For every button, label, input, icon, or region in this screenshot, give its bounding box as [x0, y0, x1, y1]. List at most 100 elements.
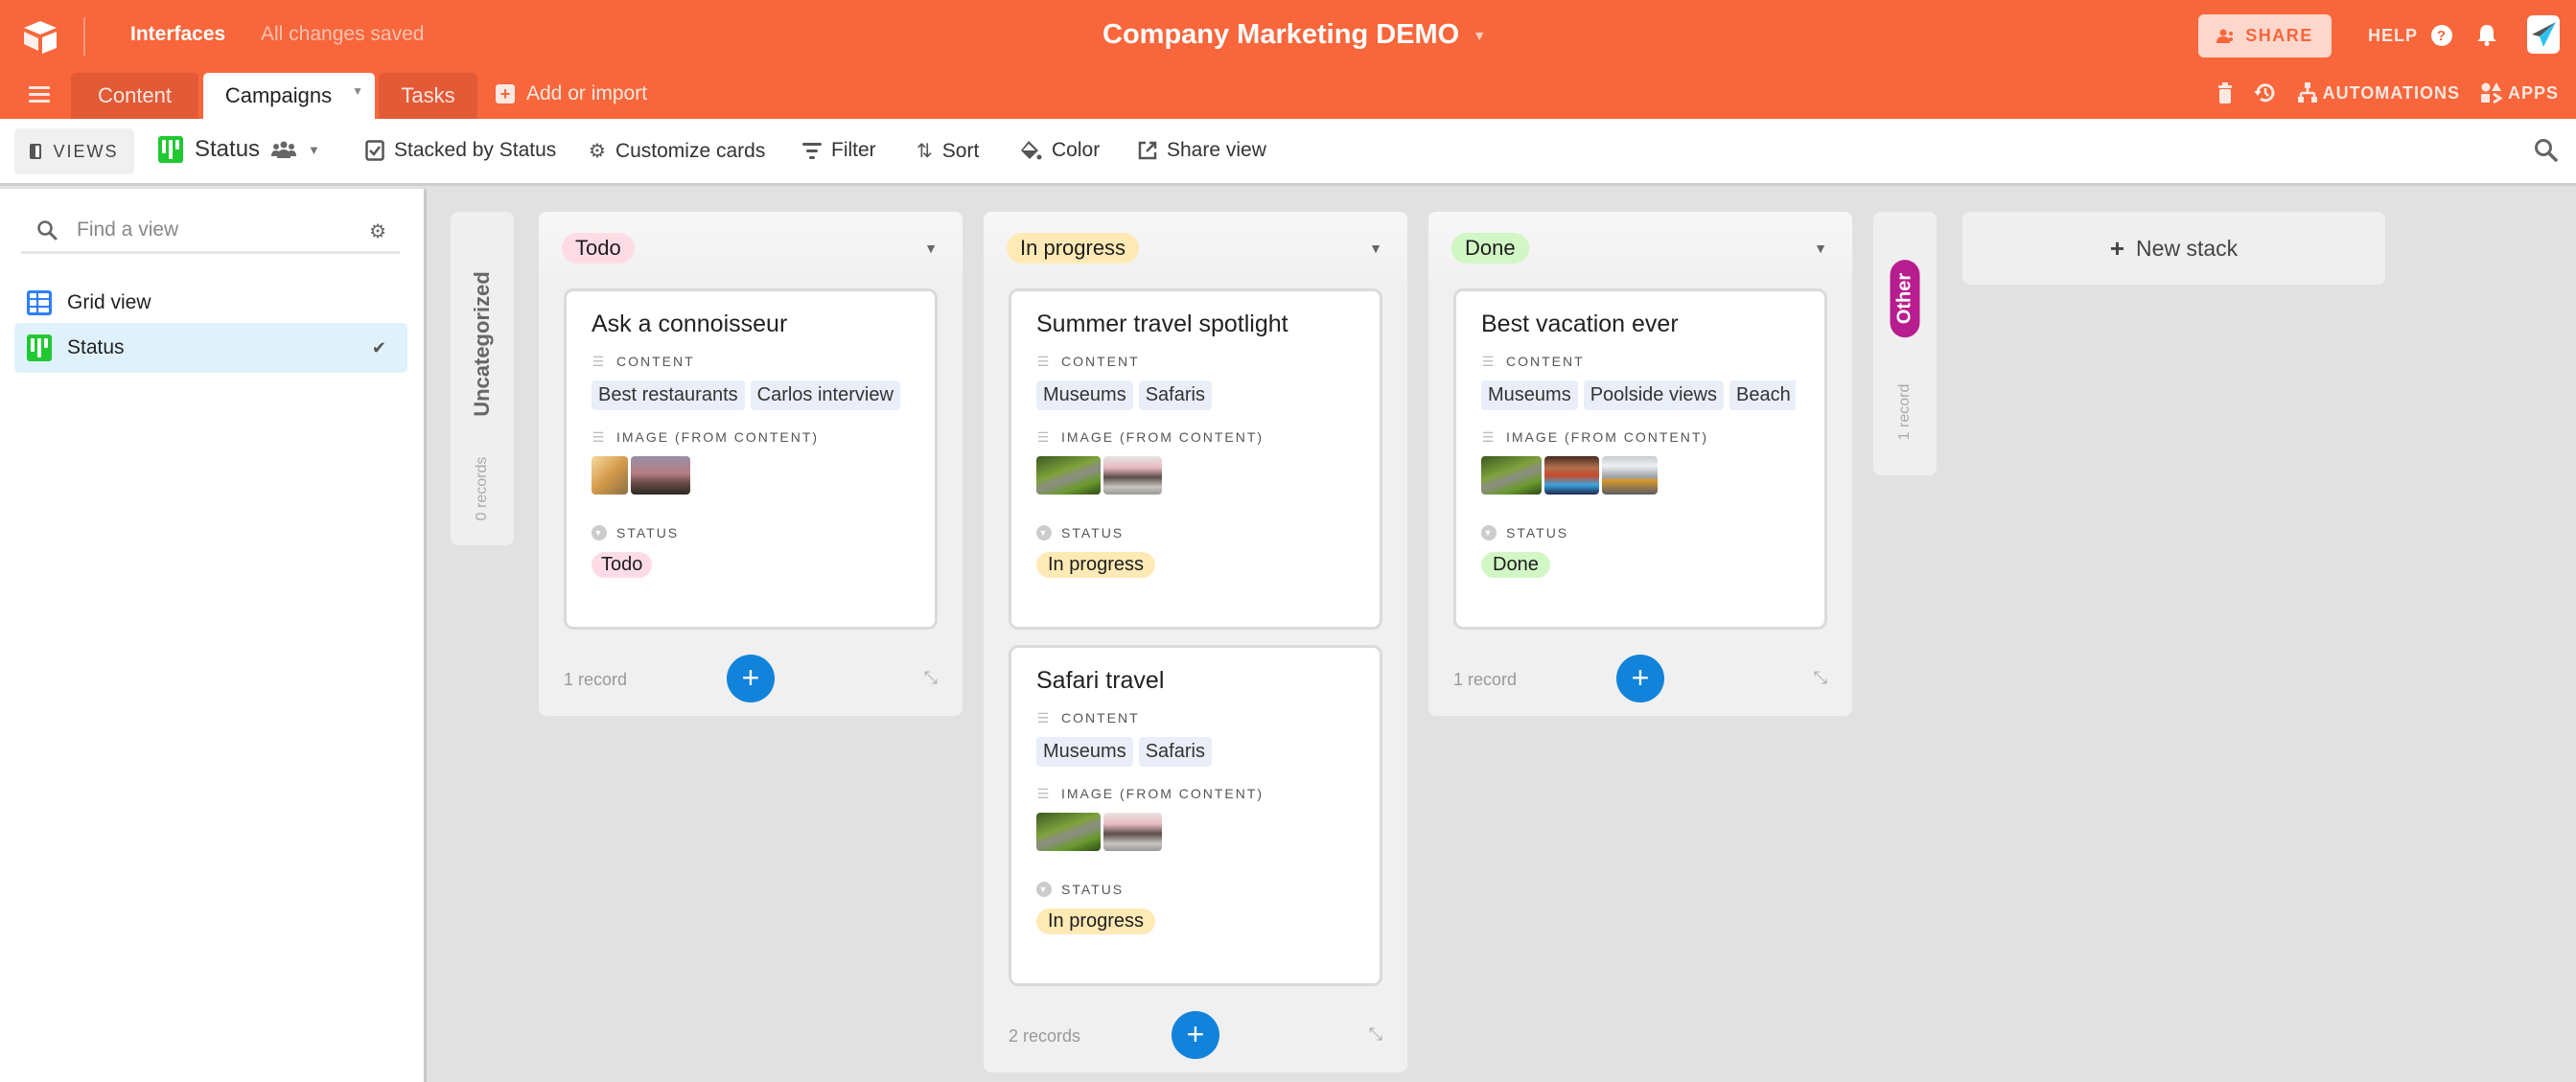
apps-button[interactable]: APPS [2480, 82, 2559, 104]
sort-icon: ⇅ [917, 141, 933, 162]
search-icon[interactable] [2534, 138, 2559, 163]
image-thumbnail[interactable] [1103, 813, 1162, 851]
find-view-input[interactable] [77, 218, 364, 242]
field-label-text: STATUS [1506, 525, 1569, 541]
add-record-button[interactable]: + [727, 655, 775, 702]
stack-other-collapsed[interactable]: Other 1 record [1873, 212, 1937, 475]
linked-record-icon: ☰ [592, 353, 607, 369]
help-button[interactable]: HELP ? [2368, 25, 2453, 46]
help-label: HELP [2368, 25, 2419, 45]
sidebar-item-status[interactable]: Status ✔ [14, 323, 407, 373]
share-button[interactable]: SHARE [2198, 14, 2332, 58]
filter-button[interactable]: Filter [802, 139, 876, 162]
chevron-down-icon: ▼ [308, 142, 320, 157]
image-thumbnail[interactable] [1481, 456, 1542, 495]
stack-label: Uncategorized [470, 271, 494, 417]
image-thumbnail[interactable] [631, 456, 690, 495]
stack-status-pill: Done [1451, 233, 1529, 264]
chevron-down-icon[interactable]: ▼ [1369, 241, 1382, 256]
checkmark-icon: ✔ [371, 337, 386, 357]
user-avatar[interactable] [2527, 15, 2560, 54]
image-thumbnail[interactable] [1036, 456, 1101, 495]
card-title: Ask a connoisseur [592, 311, 788, 337]
chevron-down-icon[interactable]: ▼ [1814, 241, 1827, 256]
stack-record-count: 1 record [1453, 670, 1518, 689]
linked-record-chip[interactable]: Safaris [1138, 737, 1212, 767]
single-select-icon: ▼ [1036, 882, 1052, 897]
tab-content[interactable]: Content [71, 73, 198, 119]
image-thumbnail[interactable] [1103, 456, 1162, 495]
add-or-import-button[interactable]: + Add or import [496, 82, 647, 105]
collapse-stack-icon[interactable]: ⤡ [1369, 1024, 1382, 1045]
field-label-text: CONTENT [1506, 354, 1585, 369]
hamburger-menu-icon[interactable] [29, 86, 50, 104]
new-stack-button[interactable]: + New stack [1962, 212, 2385, 285]
status-pill: In progress [1036, 909, 1156, 934]
field-label-status: ▼ STATUS [1036, 882, 1355, 897]
customize-cards-button[interactable]: ⚙ Customize cards [589, 139, 765, 163]
linked-record-chip[interactable]: Poolside views [1583, 380, 1724, 410]
table-tabs: Content Campaigns ▼ Tasks + Add or impor… [0, 73, 2576, 119]
record-card[interactable]: Best vacation ever ☰ CONTENT Museums Pool… [1453, 288, 1827, 630]
stack-status-pill: In progress [1007, 233, 1140, 264]
linked-record-chip[interactable]: Museums [1036, 737, 1133, 767]
linked-record-chip[interactable]: Carlos interview [750, 380, 900, 410]
content-chips: Museums Poolside views Beach e [1481, 380, 1796, 410]
stack-uncategorized-collapsed[interactable]: Uncategorized 0 records [451, 212, 514, 545]
airtable-logo-icon[interactable] [21, 19, 59, 54]
field-label-text: CONTENT [616, 354, 695, 369]
record-card[interactable]: Safari travel ☰ CONTENT Museums Safaris ☰… [1009, 645, 1382, 986]
bell-icon[interactable] [2476, 23, 2497, 46]
collapse-stack-icon[interactable]: ⤡ [924, 668, 938, 688]
kanban-icon [27, 334, 52, 361]
linked-record-chip[interactable]: Best restaurants [592, 380, 745, 410]
image-thumbnail[interactable] [1602, 456, 1658, 495]
tab-campaigns[interactable]: Campaigns ▼ [203, 73, 375, 119]
collapse-stack-icon[interactable]: ⤡ [1814, 668, 1827, 688]
base-tools: AUTOMATIONS APPS [2217, 82, 2559, 104]
automations-button[interactable]: AUTOMATIONS [2297, 82, 2460, 104]
base-title[interactable]: Company Marketing DEMO ▼ [1102, 19, 1486, 51]
stack-header: Done ▼ [1428, 212, 1852, 288]
stack-footer: 1 record + ⤡ [1428, 645, 1852, 716]
interfaces-link[interactable]: Interfaces [130, 23, 225, 46]
record-card[interactable]: Summer travel spotlight ☰ CONTENT Museums… [1009, 288, 1382, 630]
sort-button[interactable]: ⇅ Sort [917, 139, 979, 163]
lookup-icon: ☰ [1481, 428, 1497, 445]
views-label: VIEWS [53, 141, 119, 161]
color-button[interactable]: Color [1019, 139, 1100, 162]
add-record-button[interactable]: + [1616, 655, 1664, 702]
field-label-text: IMAGE (FROM CONTENT) [1061, 429, 1265, 445]
chevron-down-icon[interactable]: ▼ [352, 84, 363, 98]
linked-record-chip[interactable]: Museums [1481, 380, 1578, 410]
image-thumbnails [592, 456, 910, 495]
linked-record-chip[interactable]: Beach e [1729, 380, 1796, 410]
grid-view-icon [27, 290, 52, 315]
record-card[interactable]: Ask a connoisseur ☰ CONTENT Best restaura… [564, 288, 938, 630]
add-record-button[interactable]: + [1172, 1011, 1219, 1059]
image-thumbnails [1481, 456, 1799, 495]
trash-icon[interactable] [2217, 82, 2233, 104]
current-view-selector[interactable]: Status ▼ [158, 136, 320, 163]
field-label-text: CONTENT [1061, 710, 1140, 725]
stack-status-pill: Todo [562, 233, 635, 264]
chevron-down-icon: ▼ [1473, 27, 1487, 43]
gear-icon[interactable]: ⚙ [369, 219, 386, 243]
lookup-icon: ☰ [592, 428, 607, 445]
chevron-down-icon[interactable]: ▼ [924, 241, 938, 256]
image-thumbnail[interactable] [1544, 456, 1599, 495]
sidebar-item-grid-view[interactable]: Grid view [14, 278, 407, 328]
users-icon [2216, 29, 2234, 43]
history-icon[interactable] [2253, 82, 2277, 104]
share-view-button[interactable]: Share view [1138, 139, 1266, 162]
share-external-icon [1138, 141, 1157, 160]
linked-record-chip[interactable]: Safaris [1138, 380, 1212, 410]
stacked-by-button[interactable]: Stacked by Status [365, 139, 556, 162]
image-thumbnails [1036, 456, 1355, 495]
linked-record-chip[interactable]: Museums [1036, 380, 1133, 410]
views-toggle-button[interactable]: VIEWS [14, 128, 134, 174]
image-thumbnail[interactable] [1036, 813, 1101, 851]
image-thumbnail[interactable] [592, 456, 628, 495]
add-import-label: Add or import [526, 82, 648, 104]
tab-tasks[interactable]: Tasks [379, 73, 477, 119]
